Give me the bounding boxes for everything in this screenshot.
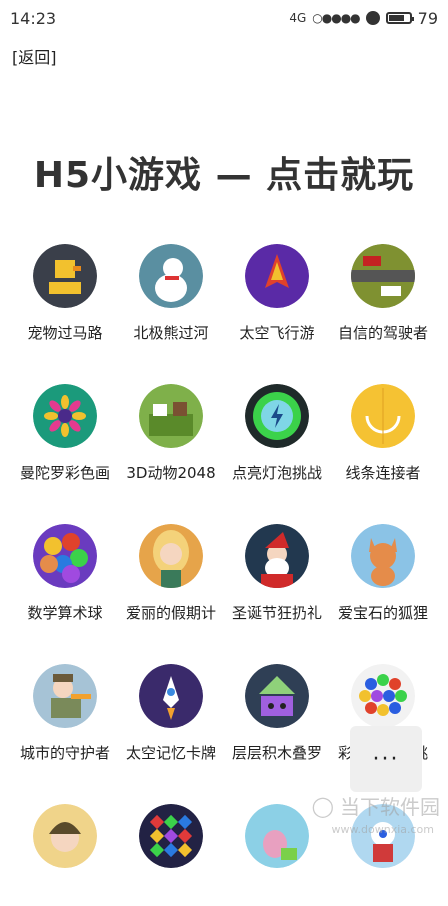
- watermark-url: www.downxia.com: [331, 823, 434, 836]
- duck-crossing-icon[interactable]: [33, 244, 97, 308]
- bubble-shooter-icon[interactable]: [351, 664, 415, 728]
- game-item[interactable]: 数学算术球: [12, 524, 118, 626]
- more-button[interactable]: ···: [350, 726, 422, 792]
- rocket-card-icon[interactable]: [139, 664, 203, 728]
- pink-animal-icon[interactable]: [245, 804, 309, 868]
- game-item[interactable]: 层层积木叠罗: [224, 664, 330, 766]
- status-indicators: 4G ○●●●● 79: [289, 9, 438, 28]
- game-item[interactable]: 曼陀罗彩色画: [12, 384, 118, 486]
- game-item[interactable]: 3D动物2048: [118, 384, 224, 486]
- game-grid: 宠物过马路 北极熊过河 太空飞行游 自信的驾驶者曼陀罗彩色画 3D动物2048 点亮灯泡挑…: [0, 244, 448, 906]
- soldier-icon[interactable]: [33, 664, 97, 728]
- line-arc-icon[interactable]: [351, 384, 415, 448]
- game-name: 数学算术球: [27, 604, 103, 622]
- status-bar: 14:23 4G ○●●●● 79: [0, 0, 448, 36]
- game-item[interactable]: 城市的守护者: [12, 664, 118, 766]
- game-name: 爱宝石的狐狸: [337, 604, 428, 622]
- game-name: 3D动物2048: [126, 464, 216, 482]
- game-item[interactable]: 宠物过马路: [12, 244, 118, 346]
- game-item[interactable]: [12, 804, 118, 906]
- polar-bear-icon[interactable]: [139, 244, 203, 308]
- game-item[interactable]: 自信的驾驶者: [330, 244, 436, 346]
- game-name: 爱丽的假期计: [125, 604, 216, 622]
- game-item[interactable]: 线条连接者: [330, 384, 436, 486]
- game-item[interactable]: 点亮灯泡挑战: [224, 384, 330, 486]
- stacked-blocks-icon[interactable]: [245, 664, 309, 728]
- girl-portrait-icon[interactable]: [139, 524, 203, 588]
- game-item[interactable]: [118, 804, 224, 906]
- game-item[interactable]: 圣诞节狂扔礼: [224, 524, 330, 626]
- game-name: 圣诞节狂扔礼: [231, 604, 322, 622]
- block-animals-icon[interactable]: [139, 384, 203, 448]
- santa-icon[interactable]: [245, 524, 309, 588]
- game-name: 曼陀罗彩色画: [19, 464, 110, 482]
- robot-hero-icon[interactable]: [351, 804, 415, 868]
- game-item[interactable]: 太空记忆卡牌: [118, 664, 224, 766]
- lightning-circle-icon[interactable]: [245, 384, 309, 448]
- game-item[interactable]: 爱丽的假期计: [118, 524, 224, 626]
- car-road-icon[interactable]: [351, 244, 415, 308]
- game-name: 自信的驾驶者: [337, 324, 428, 342]
- game-name: 层层积木叠罗: [231, 744, 322, 762]
- sync-icon: [365, 11, 380, 25]
- battery-icon: [385, 12, 414, 24]
- rocket-ship-icon[interactable]: [245, 244, 309, 308]
- status-time: 14:23: [10, 8, 57, 28]
- game-item[interactable]: 爱宝石的狐狸: [330, 524, 436, 626]
- signal-strength-icon: ○●●●●: [312, 11, 360, 25]
- game-name: 城市的守护者: [19, 744, 110, 762]
- page-title: H5小游戏 — 点击就玩: [33, 155, 415, 196]
- game-name: 线条连接者: [345, 464, 421, 482]
- network-label: 4G: [289, 11, 307, 25]
- game-name: 点亮灯泡挑战: [231, 464, 322, 482]
- math-balls-icon[interactable]: [33, 524, 97, 588]
- game-name: 北极熊过河: [133, 324, 209, 342]
- game-item[interactable]: [330, 804, 436, 906]
- mandala-icon[interactable]: [33, 384, 97, 448]
- game-name: 太空记忆卡牌: [125, 744, 216, 762]
- game-item[interactable]: 北极熊过河: [118, 244, 224, 346]
- game-name: 宠物过马路: [27, 324, 103, 342]
- game-item[interactable]: [224, 804, 330, 906]
- cartoon-girl-icon[interactable]: [33, 804, 97, 868]
- game-item[interactable]: 太空飞行游: [224, 244, 330, 346]
- game-name: 太空飞行游: [239, 324, 315, 342]
- back-link[interactable]: [返回]: [12, 44, 57, 68]
- battery-percent: 79: [417, 8, 438, 28]
- fox-icon[interactable]: [351, 524, 415, 588]
- gems-icon[interactable]: [139, 804, 203, 868]
